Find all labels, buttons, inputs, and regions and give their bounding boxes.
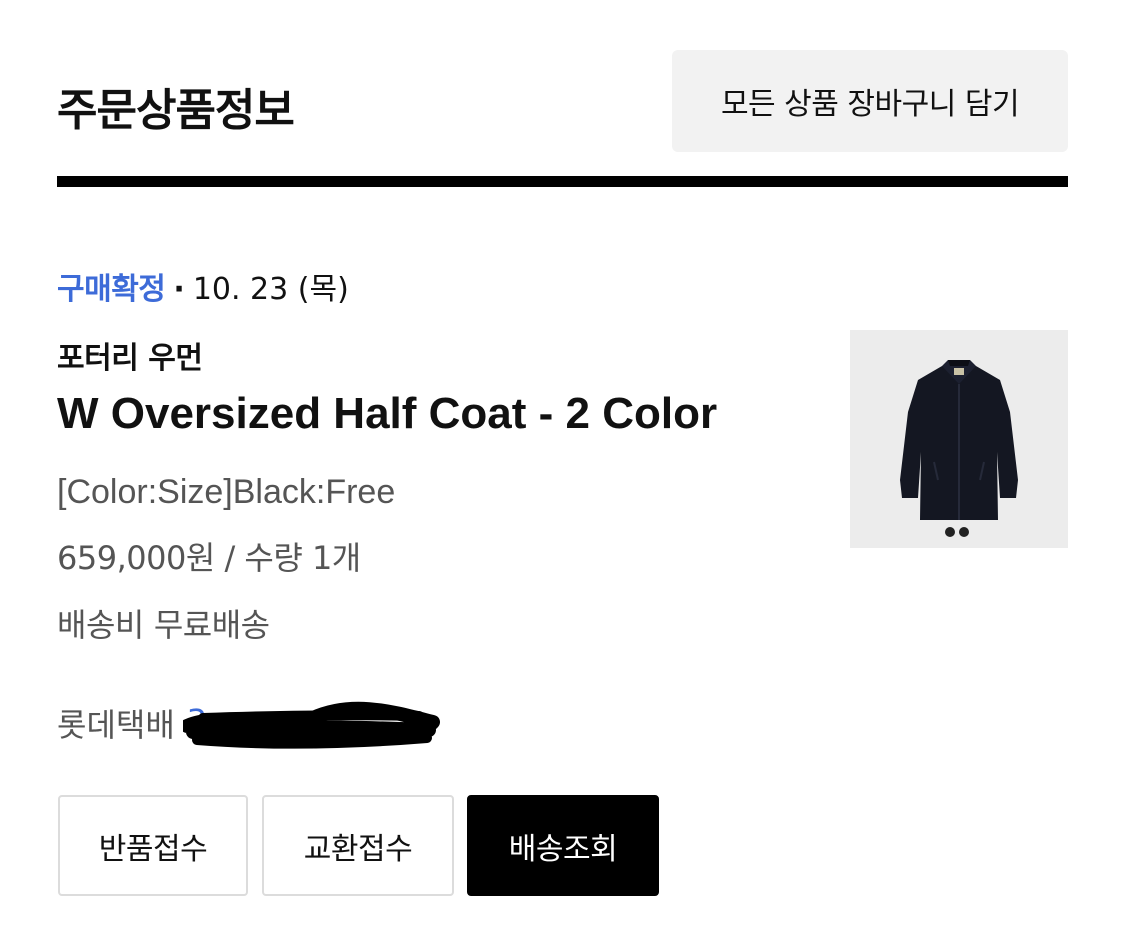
redaction-scribble — [182, 701, 440, 749]
status-badge: 구매확정 — [57, 272, 166, 307]
image-dot[interactable] — [959, 527, 969, 537]
order-date: 10. 23 (목) — [192, 272, 349, 307]
order-status-line: 구매확정 · 10. 23 (목) — [57, 264, 349, 308]
product-name[interactable]: W Oversized Half Coat - 2 Color — [57, 389, 717, 439]
page-title: 주문상품정보 — [57, 85, 295, 136]
track-delivery-button[interactable]: 배송조회 — [467, 795, 659, 896]
image-dot[interactable] — [945, 527, 955, 537]
section-divider — [57, 176, 1068, 187]
courier-name: 롯데택배 — [57, 706, 175, 744]
return-request-button[interactable]: 반품접수 — [58, 795, 248, 896]
product-option: [Color:Size]Black:Free — [57, 473, 396, 511]
shipping-fee: 배송비 무료배송 — [57, 600, 270, 646]
courier-info: 롯데택배 3 — [57, 700, 440, 749]
brand-name[interactable]: 포터리 우먼 — [57, 333, 203, 377]
image-pagination[interactable] — [945, 527, 969, 537]
add-all-to-cart-button[interactable]: 모든 상품 장바구니 담기 — [672, 50, 1068, 152]
shipping-fee-label: 배송비 — [57, 606, 144, 644]
price-quantity: 659,000원 / 수량 1개 — [57, 539, 361, 577]
exchange-request-button[interactable]: 교환접수 — [262, 795, 454, 896]
shipping-fee-value: 무료배송 — [153, 606, 270, 644]
coat-image — [900, 360, 1018, 520]
separator-dot: · — [173, 272, 185, 307]
tracking-number-link[interactable]: 3 — [182, 701, 440, 749]
product-image[interactable] — [850, 330, 1068, 548]
